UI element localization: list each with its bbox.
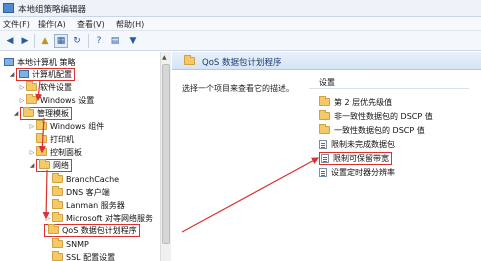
window-title: 本地组策略编辑器: [18, 5, 87, 15]
folder-icon: [36, 146, 47, 156]
toolbar-separator: [34, 34, 35, 48]
tree-item-lanman-server[interactable]: Lanman 服务器: [52, 199, 125, 211]
folder-icon: [52, 199, 63, 209]
tree-item-branchcache[interactable]: BranchCache: [52, 173, 119, 185]
scroll-up-icon[interactable]: ▲: [162, 54, 167, 61]
tree-item-printers[interactable]: 打印机: [36, 133, 74, 145]
expand-arrow-icon[interactable]: ▷: [18, 97, 26, 104]
settings-column-header[interactable]: 设置: [309, 77, 469, 89]
collapse-arrow-icon[interactable]: ◢: [12, 110, 20, 117]
policy-setting-icon: [319, 139, 327, 149]
refresh-icon[interactable]: ↻: [70, 34, 84, 48]
tree-item-control-panel[interactable]: ▷ 控制面板: [28, 146, 82, 158]
tree-scrollbar[interactable]: ▲: [160, 52, 171, 261]
tree-item-network[interactable]: ◢ 网络: [28, 158, 72, 172]
computer-icon: [19, 70, 29, 78]
folder-icon: [319, 110, 330, 120]
title-bar: 本地组策略编辑器: [0, 0, 481, 17]
settings-list: 设置 第 2 层优先级值 非一致性数据包的 DSCP 值 一致性数据包的 DSC…: [309, 73, 469, 183]
settings-item[interactable]: 一致性数据包的 DSCP 值: [319, 124, 425, 136]
menu-help[interactable]: 帮助(H): [116, 19, 144, 30]
folder-icon: [23, 107, 34, 117]
folder-icon: [319, 96, 330, 106]
folder-icon: [36, 120, 47, 130]
expand-arrow-icon[interactable]: ▷: [28, 149, 36, 156]
tree-item-root[interactable]: 本地计算机 策略: [4, 56, 76, 68]
tree-item-ssl[interactable]: SSL 配置设置: [52, 251, 115, 261]
tree-item-snmp[interactable]: SNMP: [52, 238, 89, 250]
folder-icon: [319, 124, 330, 134]
tree-item-dns-client[interactable]: DNS 客户端: [52, 186, 110, 198]
back-icon[interactable]: ◀: [3, 34, 17, 48]
expand-arrow-icon[interactable]: ▷: [28, 123, 36, 130]
settings-item[interactable]: 非一致性数据包的 DSCP 值: [319, 110, 433, 122]
tree-item-qos[interactable]: QoS 数据包计划程序: [44, 223, 140, 237]
policy-setting-icon: [321, 153, 329, 163]
folder-icon: [26, 81, 37, 91]
folder-icon: [52, 173, 63, 183]
properties-icon[interactable]: ▤: [108, 34, 122, 48]
navigation-tree: 本地计算机 策略 ◢ 计算机配置 ▷ 软件设置 ▷ Windows 设置 ◢ 管…: [0, 52, 171, 261]
folder-icon: [36, 133, 47, 143]
tree-item-ms-peer-network[interactable]: ▷ Microsoft 对等网络服务: [44, 212, 153, 224]
folder-icon: [52, 212, 63, 222]
tree-item-windows-components[interactable]: ▷ Windows 组件: [28, 120, 104, 132]
settings-item-selected[interactable]: 限制可保留带宽: [319, 151, 392, 165]
folder-icon: [52, 186, 63, 196]
settings-item[interactable]: 第 2 层优先级值: [319, 96, 392, 108]
forward-icon[interactable]: ▶: [18, 34, 32, 48]
collapse-arrow-icon[interactable]: ◢: [8, 71, 16, 78]
app-icon: [3, 3, 14, 13]
tree-item-software-settings[interactable]: ▷ 软件设置: [18, 81, 72, 93]
toolbar-separator: [88, 34, 89, 48]
menu-file[interactable]: 文件(F): [3, 19, 30, 30]
help-icon[interactable]: ?: [92, 34, 106, 48]
folder-icon: [48, 224, 59, 234]
folder-icon: [184, 55, 195, 65]
menu-bar: 文件(F) 操作(A) 查看(V) 帮助(H): [0, 17, 481, 31]
settings-item[interactable]: 限制未完成数据包: [319, 138, 395, 150]
policy-setting-icon: [319, 167, 327, 177]
expand-arrow-icon[interactable]: ▷: [18, 84, 26, 91]
show-hide-tree-icon[interactable]: ▦: [54, 34, 68, 48]
expand-arrow-icon[interactable]: ▷: [44, 215, 52, 222]
collapse-arrow-icon[interactable]: ◢: [28, 162, 36, 169]
details-header: QoS 数据包计划程序: [172, 52, 481, 70]
tree-item-windows-settings[interactable]: ▷ Windows 设置: [18, 94, 94, 106]
folder-icon: [52, 238, 63, 248]
tree-item-computer-config[interactable]: ◢ 计算机配置: [8, 67, 75, 81]
up-folder-icon[interactable]: ▲: [38, 34, 52, 48]
menu-action[interactable]: 操作(A): [38, 19, 66, 30]
computer-icon: [4, 58, 14, 66]
scrollbar-thumb[interactable]: [162, 64, 170, 244]
description-text: 选择一个项目来查看它的描述。: [182, 84, 294, 93]
settings-item[interactable]: 设置定时器分辨率: [319, 166, 395, 178]
toolbar: ◀ ▶ ▲ ▦ ↻ ? ▤ ▼: [0, 31, 481, 51]
tree-item-admin-templates[interactable]: ◢ 管理模板: [12, 106, 72, 120]
details-title: QoS 数据包计划程序: [202, 58, 282, 68]
folder-icon: [52, 251, 63, 261]
folder-icon: [26, 94, 37, 104]
folder-icon: [39, 159, 50, 169]
menu-view[interactable]: 查看(V): [77, 19, 105, 30]
filter-icon[interactable]: ▼: [126, 34, 140, 48]
annotation-arrow: [181, 157, 320, 233]
